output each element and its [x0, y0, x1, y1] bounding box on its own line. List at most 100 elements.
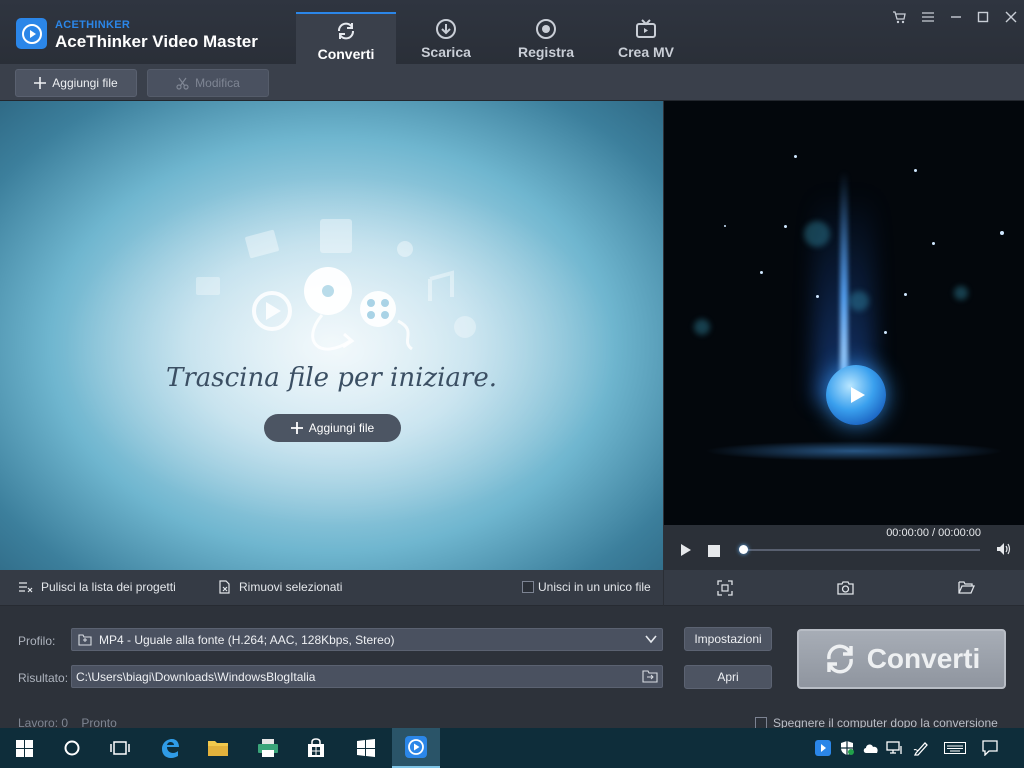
windows-logo-icon — [15, 739, 33, 757]
shutdown-checkbox[interactable] — [755, 717, 767, 728]
stop-icon[interactable] — [708, 544, 720, 562]
seek-handle[interactable] — [739, 545, 748, 554]
tray-network-icon[interactable] — [885, 738, 905, 758]
plus-icon — [34, 77, 47, 89]
clear-list-button[interactable]: Pulisci la lista dei progetti — [18, 580, 176, 594]
merge-checkbox[interactable]: Unisci in un unico file — [522, 580, 651, 594]
edge-browser-icon — [162, 739, 179, 758]
maximize-icon[interactable] — [973, 8, 993, 26]
tab-label: Registra — [517, 44, 575, 60]
snapshot-camera-icon[interactable] — [837, 580, 854, 600]
tray-shield-icon[interactable] — [837, 738, 857, 758]
plus-icon — [290, 422, 303, 434]
clear-list-icon — [19, 581, 33, 592]
tab-scarica[interactable]: Scarica — [396, 12, 496, 64]
taskbar-app-5[interactable] — [342, 728, 390, 768]
drop-add-file-button[interactable]: Aggiungi file — [264, 414, 401, 442]
scissors-icon — [176, 77, 189, 90]
chevron-down-icon — [645, 635, 657, 644]
result-label: Risultato: — [18, 671, 69, 685]
drop-area[interactable]: Trascina file per iniziare. Aggiungi fil… — [0, 101, 663, 570]
player-controls: 00:00:00 / 00:00:00 — [664, 525, 1024, 570]
record-icon — [536, 19, 556, 39]
cortana-search-button[interactable] — [48, 728, 96, 768]
taskbar-store[interactable] — [292, 728, 340, 768]
tab-label: Scarica — [421, 44, 471, 60]
shutdown-label: Spegnere il computer dopo la conversione — [773, 716, 998, 728]
video-preview — [664, 101, 1024, 525]
tray-notifications-icon[interactable] — [980, 738, 1000, 758]
open-folder-icon[interactable] — [958, 580, 975, 599]
status-state: Pronto — [81, 716, 117, 728]
drop-hint: Trascina file per iniziare. — [165, 363, 497, 393]
remove-file-icon — [219, 580, 230, 594]
jobs-count: Lavoro: 0 — [18, 716, 69, 728]
tv-icon — [636, 19, 656, 38]
taskbar-acethinker[interactable] — [392, 728, 440, 768]
profile-label: Profilo: — [18, 634, 56, 648]
output-path-field[interactable]: C:\Users\biagi\Downloads\WindowsBlogItal… — [71, 665, 663, 688]
output-panel: Profilo: MP4 - Uguale alla fonte (H.264;… — [0, 606, 1024, 728]
time-display: 00:00:00 / 00:00:00 — [886, 527, 981, 539]
app-title: AceThinker Video Master — [55, 32, 258, 51]
tray-cloud-icon[interactable] — [861, 738, 881, 758]
tray-keyboard-icon[interactable] — [942, 738, 968, 758]
cart-icon[interactable] — [889, 8, 909, 26]
app-window: ACETHINKER AceThinker Video Master Conve… — [0, 0, 1024, 728]
folder-icon — [208, 741, 228, 756]
task-view-icon — [110, 741, 130, 755]
profile-select[interactable]: MP4 - Uguale alla fonte (H.264; AAC, 128… — [71, 628, 663, 651]
minimize-icon[interactable] — [946, 8, 966, 26]
volume-icon[interactable] — [996, 542, 1012, 561]
printer-app-icon — [258, 739, 278, 757]
brand-tagline: ACETHINKER — [55, 19, 131, 31]
tab-label: Converti — [317, 46, 375, 62]
windows-taskbar — [0, 728, 1024, 768]
task-view-button[interactable] — [96, 728, 144, 768]
fullscreen-icon[interactable] — [717, 580, 733, 601]
play-orb-icon — [826, 365, 886, 425]
open-button[interactable]: Apri — [684, 665, 772, 689]
convert-button[interactable]: Converti — [797, 629, 1006, 689]
edit-button[interactable]: Modifica — [147, 69, 269, 97]
shutdown-option[interactable]: Spegnere il computer dopo la conversione — [755, 716, 998, 728]
browse-folder-icon[interactable] — [642, 670, 658, 683]
convert-label: Converti — [866, 643, 981, 674]
merge-checkbox-box[interactable] — [522, 581, 534, 593]
add-file-label: Aggiungi file — [52, 76, 118, 90]
tab-converti[interactable]: Converti — [296, 12, 396, 64]
remove-selected-label: Rimuovi selezionati — [239, 580, 343, 594]
taskbar-app-3[interactable] — [244, 728, 292, 768]
profile-value: MP4 - Uguale alla fonte (H.264; AAC, 128… — [99, 632, 395, 647]
tray-pen-icon[interactable] — [911, 738, 931, 758]
status-line: Lavoro: 0 Pronto — [18, 716, 117, 728]
clear-list-label: Pulisci la lista dei progetti — [41, 580, 176, 594]
output-path-value: C:\Users\biagi\Downloads\WindowsBlogItal… — [76, 669, 316, 684]
remove-selected-button[interactable]: Rimuovi selezionati — [218, 580, 342, 594]
tab-label: Crea MV — [617, 44, 675, 60]
taskbar-edge[interactable] — [146, 728, 194, 768]
merge-label: Unisci in un unico file — [538, 580, 651, 594]
title-bar: ACETHINKER AceThinker Video Master Conve… — [0, 0, 1024, 64]
tab-registra[interactable]: Registra — [496, 12, 596, 64]
start-button[interactable] — [0, 728, 48, 768]
tab-crea-mv[interactable]: Crea MV — [596, 12, 696, 64]
close-icon[interactable] — [1001, 8, 1021, 26]
download-icon — [436, 19, 456, 39]
taskbar-file-explorer[interactable] — [194, 728, 242, 768]
play-icon[interactable] — [680, 543, 692, 562]
edit-label: Modifica — [195, 76, 240, 90]
add-file-button[interactable]: Aggiungi file — [15, 69, 137, 97]
seek-bar[interactable] — [742, 549, 980, 551]
refresh-icon — [338, 22, 354, 40]
toolbar: Aggiungi file Modifica — [0, 64, 1024, 101]
media-icons-illustration — [196, 219, 476, 351]
format-folder-icon — [78, 634, 92, 646]
list-actions-bar: Pulisci la lista dei progetti Rimuovi se… — [0, 570, 1024, 606]
drop-add-file-label: Aggiungi file — [308, 421, 375, 435]
tray-acethinker-icon[interactable] — [813, 738, 833, 758]
windows-app-icon — [357, 739, 375, 757]
cortana-circle-icon — [64, 740, 80, 756]
settings-button[interactable]: Impostazioni — [684, 627, 772, 651]
menu-icon[interactable] — [918, 8, 938, 26]
